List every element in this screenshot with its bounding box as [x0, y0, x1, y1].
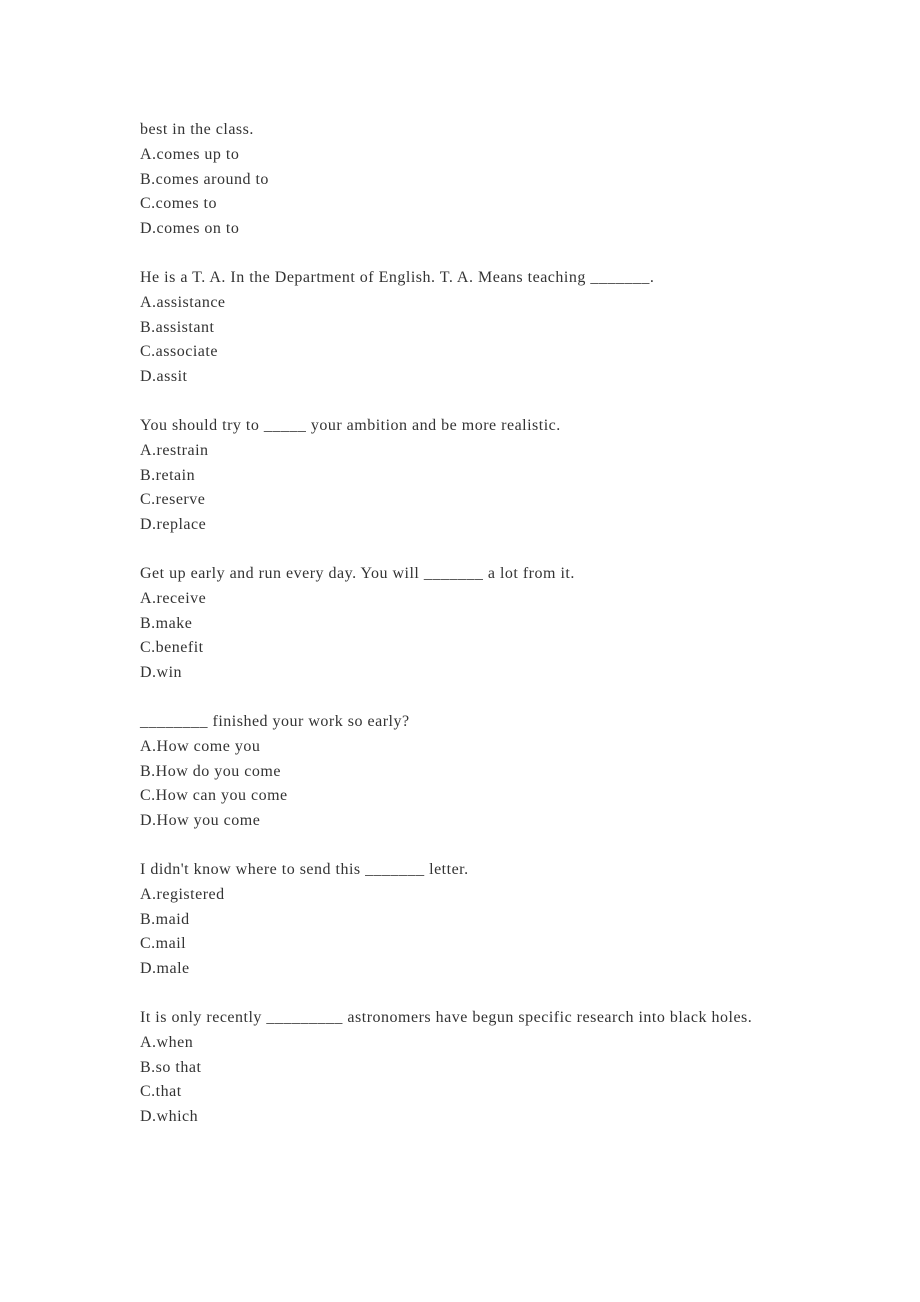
question-block: Get up early and run every day. You will…: [140, 562, 780, 686]
document-page: best in the class. A.comes up to B.comes…: [0, 0, 920, 1254]
option-d: D.which: [140, 1105, 780, 1130]
option-b: B.so that: [140, 1056, 780, 1081]
option-d: D.How you come: [140, 809, 780, 834]
option-a: A.comes up to: [140, 143, 780, 168]
question-stem: It is only recently _________ astronomer…: [140, 1006, 780, 1031]
option-c: C.benefit: [140, 636, 780, 661]
option-a: A.when: [140, 1031, 780, 1056]
option-a: A.receive: [140, 587, 780, 612]
option-b: B.make: [140, 612, 780, 637]
options-list: A.when B.so that C.that D.which: [140, 1031, 780, 1130]
option-b: B.comes around to: [140, 168, 780, 193]
options-list: A.receive B.make C.benefit D.win: [140, 587, 780, 686]
question-stem: ________ finished your work so early?: [140, 710, 780, 735]
options-list: A.registered B.maid C.mail D.male: [140, 883, 780, 982]
question-stem: I didn't know where to send this _______…: [140, 858, 780, 883]
option-c: C.that: [140, 1080, 780, 1105]
option-d: D.male: [140, 957, 780, 982]
option-b: B.How do you come: [140, 760, 780, 785]
option-d: D.replace: [140, 513, 780, 538]
option-c: C.associate: [140, 340, 780, 365]
question-block: I didn't know where to send this _______…: [140, 858, 780, 982]
question-block: It is only recently _________ astronomer…: [140, 1006, 780, 1130]
option-d: D.comes on to: [140, 217, 780, 242]
question-block: ________ finished your work so early? A.…: [140, 710, 780, 834]
option-c: C.comes to: [140, 192, 780, 217]
option-d: D.win: [140, 661, 780, 686]
question-stem: best in the class.: [140, 118, 780, 143]
option-b: B.maid: [140, 908, 780, 933]
option-c: C.mail: [140, 932, 780, 957]
question-block: best in the class. A.comes up to B.comes…: [140, 118, 780, 242]
option-a: A.How come you: [140, 735, 780, 760]
option-a: A.assistance: [140, 291, 780, 316]
question-stem: You should try to _____ your ambition an…: [140, 414, 780, 439]
question-stem: Get up early and run every day. You will…: [140, 562, 780, 587]
option-a: A.restrain: [140, 439, 780, 464]
option-b: B.retain: [140, 464, 780, 489]
option-d: D.assit: [140, 365, 780, 390]
options-list: A.restrain B.retain C.reserve D.replace: [140, 439, 780, 538]
question-block: He is a T. A. In the Department of Engli…: [140, 266, 780, 390]
option-c: C.How can you come: [140, 784, 780, 809]
options-list: A.comes up to B.comes around to C.comes …: [140, 143, 780, 242]
options-list: A.How come you B.How do you come C.How c…: [140, 735, 780, 834]
option-a: A.registered: [140, 883, 780, 908]
option-c: C.reserve: [140, 488, 780, 513]
options-list: A.assistance B.assistant C.associate D.a…: [140, 291, 780, 390]
question-block: You should try to _____ your ambition an…: [140, 414, 780, 538]
option-b: B.assistant: [140, 316, 780, 341]
question-stem: He is a T. A. In the Department of Engli…: [140, 266, 780, 291]
